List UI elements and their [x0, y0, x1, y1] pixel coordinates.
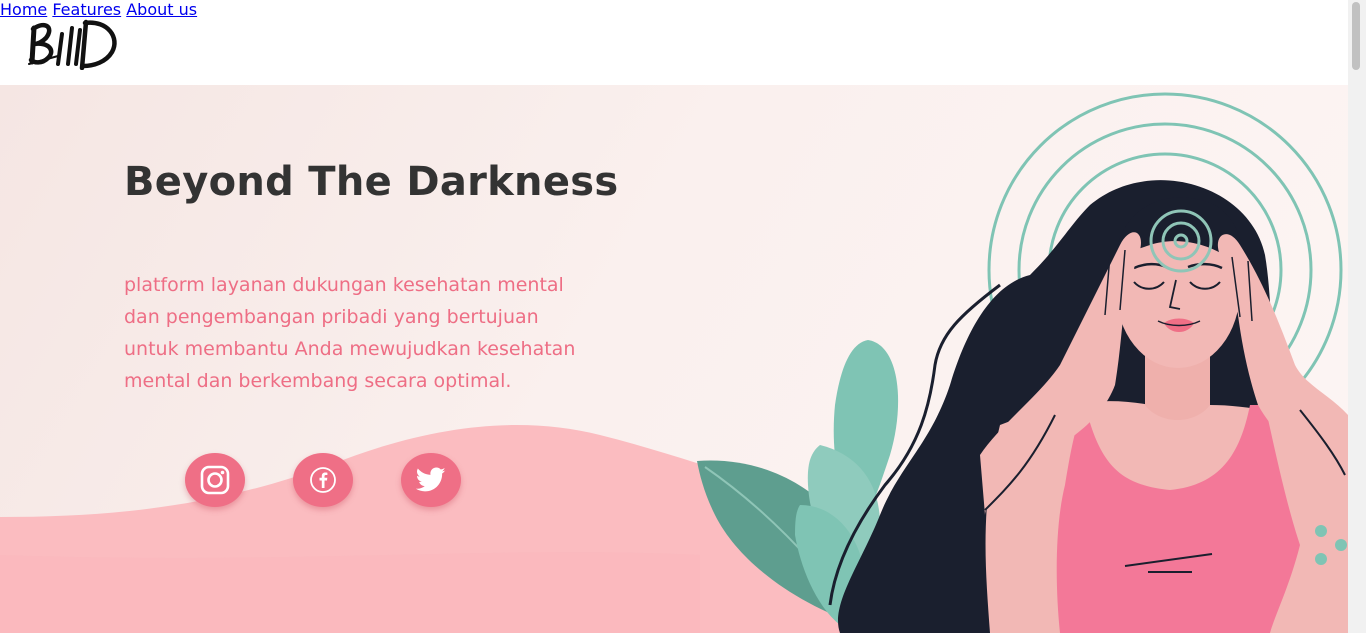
- twitter-icon: [416, 467, 446, 492]
- site-header: Home Features About us: [0, 0, 1348, 85]
- hero-section: Beyond The Darkness platform layanan duk…: [0, 85, 1348, 633]
- hero-title: Beyond The Darkness: [124, 159, 619, 205]
- instagram-button[interactable]: [185, 453, 245, 507]
- instagram-icon: [200, 465, 230, 495]
- twitter-button[interactable]: [401, 453, 461, 507]
- hero-description: platform layanan dukungan kesehatan ment…: [124, 274, 576, 392]
- logo[interactable]: [28, 14, 120, 70]
- facebook-button[interactable]: [293, 453, 353, 507]
- page-scrollbar[interactable]: [1348, 0, 1366, 633]
- nav-about-us[interactable]: About us: [126, 0, 197, 19]
- scrollbar-thumb[interactable]: [1352, 2, 1360, 70]
- facebook-icon: [310, 467, 336, 493]
